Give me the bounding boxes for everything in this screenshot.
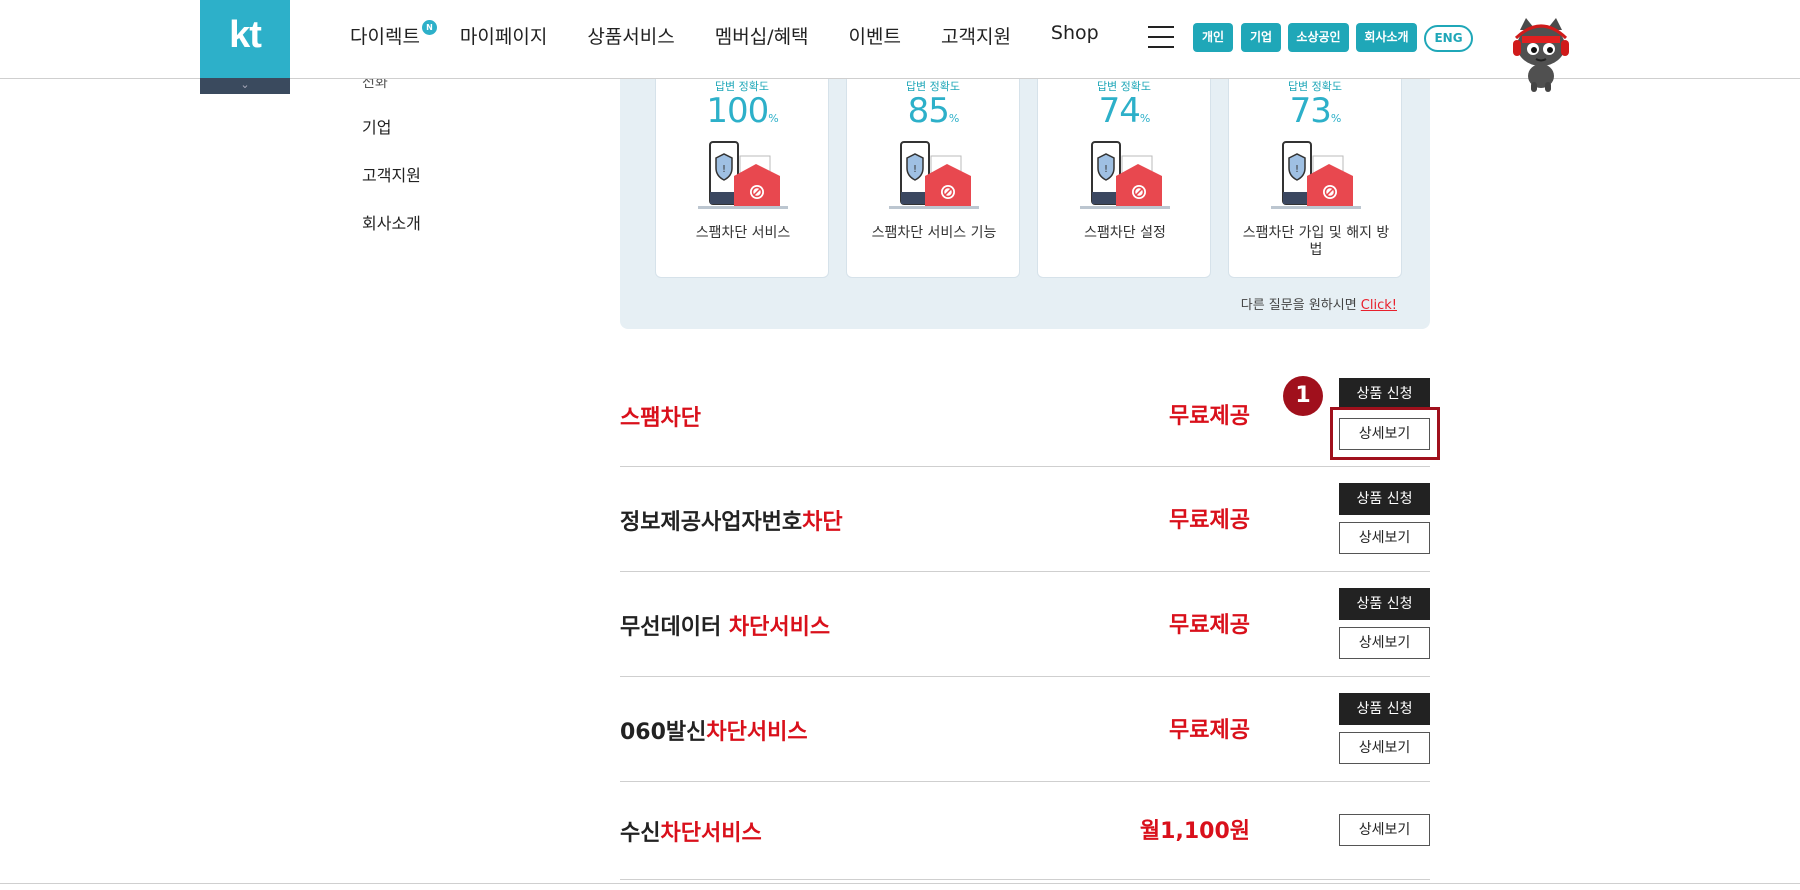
all-menu-icon[interactable] [1148, 26, 1174, 48]
apply-button[interactable]: 상품 신청 [1339, 483, 1430, 515]
segment-company[interactable]: 회사소개 [1356, 23, 1417, 52]
kt-logo[interactable]: kt ⌄ [200, 0, 290, 94]
product-price: 무료제공 [1169, 404, 1250, 429]
segment-personal[interactable]: 개인 [1193, 23, 1233, 52]
svg-text:!: ! [913, 164, 917, 175]
nav-products[interactable]: 상품서비스 [587, 22, 674, 49]
product-name[interactable]: 수신차단서비스 [620, 815, 762, 847]
main-nav: 다이렉트 N 마이페이지 상품서비스 멤버십/혜택 이벤트 고객지원 Shop [350, 20, 1139, 49]
product-name[interactable]: 정보제공사업자번호차단 [620, 504, 843, 536]
nav-event[interactable]: 이벤트 [849, 22, 901, 49]
detail-button[interactable]: 상세보기 [1339, 814, 1430, 846]
faq-card[interactable]: 답변 정확도 100% ! 스팸차단 서비스 [655, 56, 829, 278]
segment-business[interactable]: 기업 [1241, 23, 1281, 52]
faq-more-label: 다른 질문을 원하시면 [1240, 298, 1357, 313]
highlight-box [1330, 407, 1440, 460]
sidebar-item-company[interactable]: 회사소개 [362, 210, 421, 234]
faq-card[interactable]: 답변 정확도 74% ! 스팸차단 설정 [1037, 56, 1211, 278]
detail-button[interactable]: 상세보기 [1339, 732, 1430, 764]
mascot-character-icon[interactable] [1506, 16, 1576, 92]
spam-block-illustration-icon: ! [1080, 141, 1170, 209]
nav-direct-label: 다이렉트 [350, 26, 420, 48]
footer-divider [0, 883, 1800, 884]
step-marker: 1 [1283, 376, 1323, 416]
product-row: 수신차단서비스 월1,100원 상세보기 [620, 782, 1430, 880]
nav-membership[interactable]: 멤버십/혜택 [715, 22, 809, 49]
product-price: 무료제공 [1169, 718, 1250, 743]
faq-card-title: 스팸차단 가입 및 해지 방법 [1242, 225, 1390, 258]
spam-block-illustration-icon: ! [698, 141, 788, 209]
nav-direct[interactable]: 다이렉트 N [350, 20, 437, 49]
faq-card-title: 스팸차단 서비스 기능 [871, 225, 997, 241]
faq-card-title: 스팸차단 설정 [1084, 225, 1166, 241]
faq-card[interactable]: 답변 정확도 73% ! 스팸차단 가입 및 해지 방법 [1228, 56, 1402, 278]
faq-card[interactable]: 답변 정확도 85% ! 스팸차단 서비스 기능 [846, 56, 1020, 278]
faq-card-title: 스팸차단 서비스 [695, 225, 791, 241]
accuracy-value: 74% [1098, 91, 1151, 131]
detail-button[interactable]: 상세보기 [1339, 627, 1430, 659]
detail-button[interactable]: 상세보기 [1339, 522, 1430, 554]
product-price: 무료제공 [1169, 613, 1250, 638]
product-price: 월1,100원 [1139, 819, 1250, 844]
accuracy-value: 100% [706, 91, 778, 131]
spam-block-illustration-icon: ! [1271, 141, 1361, 209]
product-name[interactable]: 스팸차단 [620, 400, 701, 432]
sidebar-item-business[interactable]: 기업 [362, 114, 391, 138]
faq-panel: 답변 정확도 100% ! 스팸차단 서비스 답변 정확도 85% ! 스팸차단… [620, 56, 1430, 329]
accuracy-value: 73% [1289, 91, 1342, 131]
new-badge: N [421, 20, 437, 35]
segment-small-business[interactable]: 소상공인 [1288, 23, 1349, 52]
product-name[interactable]: 060발신차단서비스 [620, 714, 808, 746]
accuracy-value: 85% [907, 91, 960, 131]
product-row: 정보제공사업자번호차단 무료제공 상품 신청 상세보기 [620, 467, 1430, 572]
eng-button[interactable]: ENG [1424, 25, 1473, 52]
product-price: 무료제공 [1169, 508, 1250, 533]
apply-button[interactable]: 상품 신청 [1339, 588, 1430, 620]
svg-text:!: ! [1104, 164, 1108, 175]
chevron-down-icon[interactable]: ⌄ [200, 78, 290, 94]
svg-text:!: ! [1295, 164, 1299, 175]
nav-support[interactable]: 고객지원 [941, 22, 1011, 49]
faq-more-text: 다른 질문을 원하시면 Click! [620, 294, 1397, 313]
spam-block-illustration-icon: ! [889, 141, 979, 209]
svg-text:!: ! [722, 164, 726, 175]
faq-more-link[interactable]: Click! [1361, 298, 1397, 313]
nav-mypage[interactable]: 마이페이지 [460, 22, 547, 49]
product-row: 060발신차단서비스 무료제공 상품 신청 상세보기 [620, 677, 1430, 782]
apply-button[interactable]: 상품 신청 [1339, 693, 1430, 725]
apply-button[interactable]: 상품 신청 [1339, 378, 1430, 410]
sidebar-item-support[interactable]: 고객지원 [362, 162, 421, 186]
product-row: 무선데이터 차단서비스 무료제공 상품 신청 상세보기 [620, 572, 1430, 677]
logo-text: kt [229, 14, 262, 56]
nav-shop[interactable]: Shop [1051, 22, 1099, 49]
product-name[interactable]: 무선데이터 차단서비스 [620, 609, 830, 641]
